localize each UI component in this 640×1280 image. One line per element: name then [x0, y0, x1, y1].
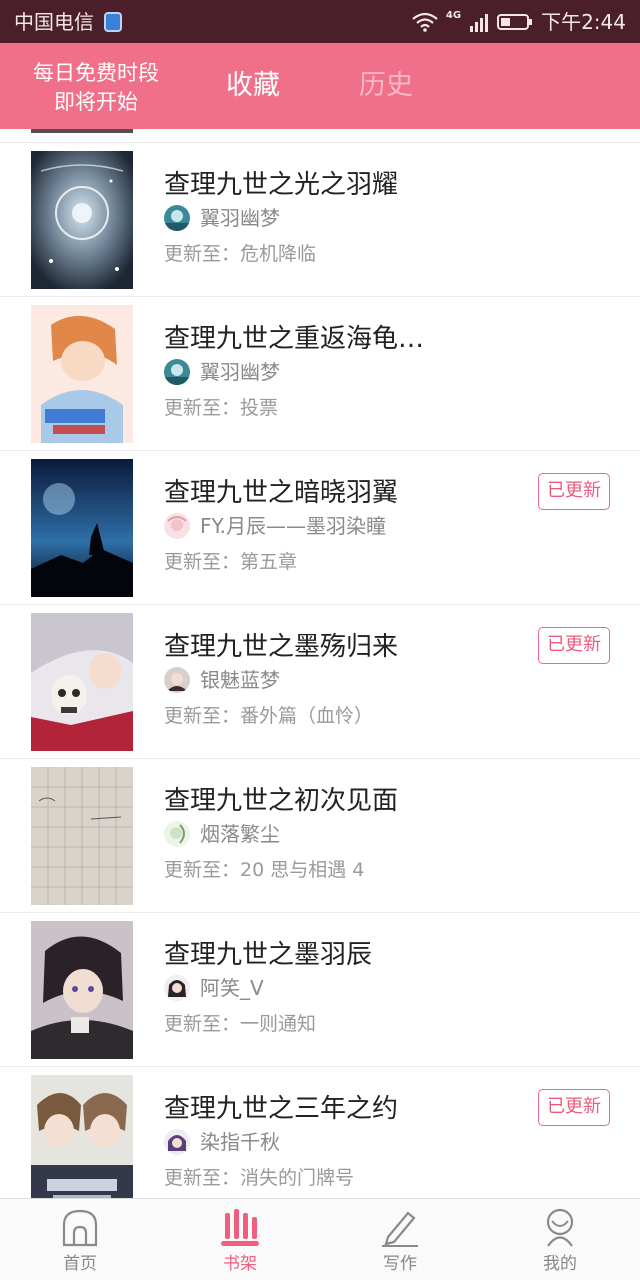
- nav-write-label: 写作: [383, 1254, 417, 1274]
- book-cover[interactable]: [31, 613, 133, 751]
- author-avatar: [164, 205, 190, 231]
- author-avatar: [164, 821, 190, 847]
- book-update-info: 更新至：20 思与相遇 4: [164, 857, 364, 883]
- book-list-item[interactable]: 查理九世之重返海龟… 翼羽幽梦 更新至：投票: [0, 297, 640, 451]
- update-prefix: 更新至：: [164, 1167, 241, 1189]
- book-cover[interactable]: [31, 921, 133, 1059]
- book-author-row: 银魅蓝梦: [164, 667, 280, 693]
- profile-icon: [546, 1208, 574, 1247]
- author-avatar: [164, 359, 190, 385]
- update-prefix: 更新至：: [164, 1013, 241, 1035]
- book-update-info: 更新至：一则通知: [164, 1011, 316, 1037]
- app-header: 每日免费时段 即将开始 收藏 历史: [0, 43, 640, 129]
- author-avatar: [164, 1129, 190, 1155]
- book-title: 查理九世之重返海龟…: [164, 324, 425, 354]
- book-update-info: 更新至：番外篇（血怜）: [164, 703, 373, 729]
- book-update-info: 更新至：第五章: [164, 549, 297, 575]
- update-prefix: 更新至：: [164, 397, 241, 419]
- book-author-row: 翼羽幽梦: [164, 205, 280, 231]
- book-cover[interactable]: [31, 151, 133, 289]
- update-chapter: 一则通知: [240, 1013, 317, 1035]
- book-list-item[interactable]: 查理九世之初次见面 烟落繁尘 更新至：20 思与相遇 4: [0, 759, 640, 913]
- book-author: 银魅蓝梦: [200, 668, 280, 692]
- nav-write[interactable]: 写作: [320, 1199, 480, 1280]
- nav-bookshelf[interactable]: 书架: [160, 1199, 320, 1280]
- book-list-item[interactable]: 查理九世之墨羽辰 阿笑_V 更新至：一则通知: [0, 913, 640, 1067]
- updated-badge: 已更新: [538, 1089, 610, 1126]
- update-prefix: 更新至：: [164, 705, 241, 727]
- bookshelf-icon: [221, 1209, 259, 1246]
- clock: 下午2:44: [541, 10, 626, 34]
- book-list-item[interactable]: 查理九世之墨殇归来 银魅蓝梦 更新至：番外篇（血怜） 已更新: [0, 605, 640, 759]
- tab-favorites[interactable]: 收藏: [226, 67, 280, 105]
- book-author-row: 染指千秋: [164, 1129, 280, 1155]
- wifi-icon: [412, 12, 438, 32]
- tab-history[interactable]: 历史: [359, 67, 413, 105]
- book-author-row: 烟落繁尘: [164, 821, 280, 847]
- nav-me[interactable]: 我的: [480, 1199, 640, 1280]
- signal-icon: [470, 14, 489, 32]
- update-chapter: 20 思与相遇 4: [240, 859, 365, 881]
- book-title: 查理九世之初次见面: [164, 786, 399, 816]
- book-author: 翼羽幽梦: [200, 360, 280, 384]
- book-cover[interactable]: [31, 767, 133, 905]
- book-list-item[interactable]: 查理九世之暗晓羽翼 FY.月辰——墨羽染瞳 更新至：第五章 已更新: [0, 451, 640, 605]
- update-prefix: 更新至：: [164, 859, 241, 881]
- book-title: 查理九世之三年之约: [164, 1094, 399, 1124]
- promo-line-1: 每日免费时段: [33, 61, 159, 85]
- book-title: 查理九世之墨羽辰: [164, 940, 373, 970]
- author-avatar: [164, 513, 190, 539]
- updated-badge: 已更新: [538, 473, 610, 510]
- update-chapter: 危机降临: [240, 243, 317, 265]
- book-author-row: 翼羽幽梦: [164, 359, 280, 385]
- security-shield-icon: [104, 12, 122, 32]
- book-title: 查理九世之光之羽耀: [164, 170, 399, 200]
- list-item-partial: [0, 129, 640, 143]
- battery-icon: [497, 14, 533, 30]
- book-update-info: 更新至：投票: [164, 395, 278, 421]
- home-icon: [62, 1209, 98, 1247]
- status-indicators: 4G 下午2:44: [412, 9, 626, 35]
- book-update-info: 更新至：危机降临: [164, 241, 316, 267]
- update-prefix: 更新至：: [164, 243, 241, 265]
- carrier-label: 中国电信: [14, 10, 94, 34]
- book-list-item[interactable]: 查理九世之三年之约 染指千秋 更新至：消失的门牌号 已更新: [0, 1067, 640, 1198]
- update-chapter: 消失的门牌号: [240, 1167, 355, 1189]
- update-chapter: 第五章: [240, 551, 298, 573]
- bottom-navigation: 首页 书架 写作 我的: [0, 1198, 640, 1280]
- book-author: 翼羽幽梦: [200, 206, 280, 230]
- book-title: 查理九世之暗晓羽翼: [164, 478, 399, 508]
- author-avatar: [164, 975, 190, 1001]
- book-author-row: 阿笑_V: [164, 975, 264, 1001]
- update-prefix: 更新至：: [164, 551, 241, 573]
- nav-me-label: 我的: [543, 1254, 577, 1274]
- book-cover[interactable]: [31, 305, 133, 443]
- nav-bookshelf-label: 书架: [223, 1254, 257, 1274]
- nav-home-label: 首页: [63, 1254, 97, 1274]
- status-bar: 中国电信 4G 下午2:44: [0, 0, 640, 43]
- update-chapter: 番外篇（血怜）: [240, 705, 374, 727]
- author-avatar: [164, 667, 190, 693]
- book-cover[interactable]: [31, 1075, 133, 1198]
- promo-line-2: 即将开始: [54, 90, 138, 114]
- book-author: FY.月辰——墨羽染瞳: [200, 514, 387, 538]
- free-period-banner[interactable]: 每日免费时段 即将开始: [22, 59, 170, 117]
- nav-home[interactable]: 首页: [0, 1199, 160, 1280]
- book-title: 查理九世之墨殇归来: [164, 632, 399, 662]
- book-author-row: FY.月辰——墨羽染瞳: [164, 513, 386, 539]
- book-author: 染指千秋: [200, 1130, 280, 1154]
- book-author: 阿笑_V: [200, 976, 264, 1000]
- book-cover: [31, 129, 133, 133]
- pen-icon: [382, 1211, 418, 1247]
- book-list-item[interactable]: 查理九世之光之羽耀 翼羽幽梦 更新至：危机降临: [0, 143, 640, 297]
- book-cover[interactable]: [31, 459, 133, 597]
- updated-badge: 已更新: [538, 627, 610, 664]
- bookshelf-list[interactable]: 查理九世之光之羽耀 翼羽幽梦 更新至：危机降临 查理九世之重返海龟… 翼羽幽梦 …: [0, 129, 640, 1198]
- book-update-info: 更新至：消失的门牌号: [164, 1165, 354, 1191]
- update-chapter: 投票: [240, 397, 279, 419]
- book-author: 烟落繁尘: [200, 822, 280, 846]
- network-type-label: 4G: [445, 9, 462, 21]
